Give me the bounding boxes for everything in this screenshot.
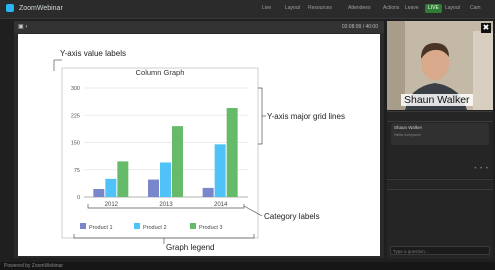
questions-header xyxy=(387,180,493,190)
legend-label: Product 2 xyxy=(143,225,167,231)
chat-message: Shaun Walker Hello everyone xyxy=(391,123,489,145)
presentation-panel: ▣ › 02:08:09 / 40:00 Column Graph 300 225… xyxy=(14,21,384,258)
y-tick-label: 75 xyxy=(74,168,80,174)
presentation-menu-icon[interactable]: ▣ › xyxy=(18,23,27,30)
live-button[interactable]: LIVE xyxy=(425,4,442,13)
y-tick-label: 0 xyxy=(77,195,80,201)
slide-canvas: Column Graph 300 225 150 75 0 2012 2013 2014 P… xyxy=(18,34,380,256)
legend-swatch xyxy=(80,223,86,229)
toolbar-item-actions[interactable]: Actions xyxy=(383,5,399,11)
category-label: 2012 xyxy=(105,202,119,208)
chat-header xyxy=(387,112,493,122)
toolbar-item-live[interactable]: Live xyxy=(262,5,271,11)
bar-product-1-2012 xyxy=(93,189,105,197)
bar-product-2-2012 xyxy=(105,178,117,197)
category-label: 2013 xyxy=(159,202,173,208)
annotation-graph-legend: Graph legend xyxy=(166,243,214,252)
app-logo-icon xyxy=(6,4,14,12)
toolbar-item-layout[interactable]: Layout xyxy=(285,5,300,11)
toolbar-item-resources[interactable]: Resources xyxy=(308,5,332,11)
question-input[interactable]: Type a question... xyxy=(390,246,490,255)
chat-options-icon[interactable]: • • • xyxy=(474,166,489,172)
annotation-yaxis-labels: Y-axis value labels xyxy=(60,49,126,58)
toolbar-item-leave[interactable]: Leave xyxy=(405,5,419,11)
app-brand: ZoomWebinar xyxy=(6,4,63,12)
legend-swatch xyxy=(190,223,196,229)
chart-title: Column Graph xyxy=(136,68,185,77)
app-brand-label: ZoomWebinar xyxy=(18,4,63,12)
presentation-toolbar: ▣ › 02:08:09 / 40:00 xyxy=(14,21,384,33)
legend-label: Product 1 xyxy=(89,225,113,231)
category-label: 2014 xyxy=(214,202,228,208)
bar-product-2-2014 xyxy=(214,144,226,197)
bar-product-2-2013 xyxy=(160,162,171,197)
webcam-feed: ✖ Shaun Walker xyxy=(387,21,493,110)
bottom-bar-text: Powered by ZoomWebinar xyxy=(4,263,64,269)
column-graph-svg: Column Graph 300 225 150 75 0 2012 2013 2014 P… xyxy=(53,49,345,252)
bar-product-1-2014 xyxy=(202,187,214,197)
presentation-timer: 02:08:09 / 40:00 xyxy=(341,24,378,30)
bar-product-1-2013 xyxy=(148,179,159,197)
bar-product-3-2013 xyxy=(172,126,183,197)
toolbar-item-layout2[interactable]: Layout xyxy=(445,5,460,11)
chat-message-author: Shaun Walker xyxy=(394,125,423,130)
legend-label: Product 3 xyxy=(199,225,223,231)
y-tick-label: 300 xyxy=(71,86,80,92)
questions-panel: Type a question... xyxy=(387,179,493,259)
legend-swatch xyxy=(134,223,140,229)
annotation-category-labels: Category labels xyxy=(264,212,320,221)
y-tick-label: 225 xyxy=(71,113,80,119)
presenter-name: Shaun Walker xyxy=(401,94,473,106)
annotation-yaxis-grid: Y-axis major grid lines xyxy=(267,112,345,121)
chat-panel: Shaun Walker Hello everyone • • • xyxy=(387,111,493,178)
y-tick-label: 150 xyxy=(71,141,80,147)
bar-product-3-2014 xyxy=(226,107,238,197)
toolbar-item-attendees[interactable]: Attendees xyxy=(348,5,371,11)
bar-product-3-2012 xyxy=(117,161,129,197)
toolbar-item-cam[interactable]: Cam xyxy=(470,5,481,11)
chat-message-text: Hello everyone xyxy=(394,132,421,137)
bottom-bar: Powered by ZoomWebinar xyxy=(0,262,495,270)
close-video-icon[interactable]: ✖ xyxy=(481,23,491,33)
annotation-bracket xyxy=(258,87,263,145)
top-toolbar: ZoomWebinar Live Layout Resources Attend… xyxy=(0,0,495,19)
